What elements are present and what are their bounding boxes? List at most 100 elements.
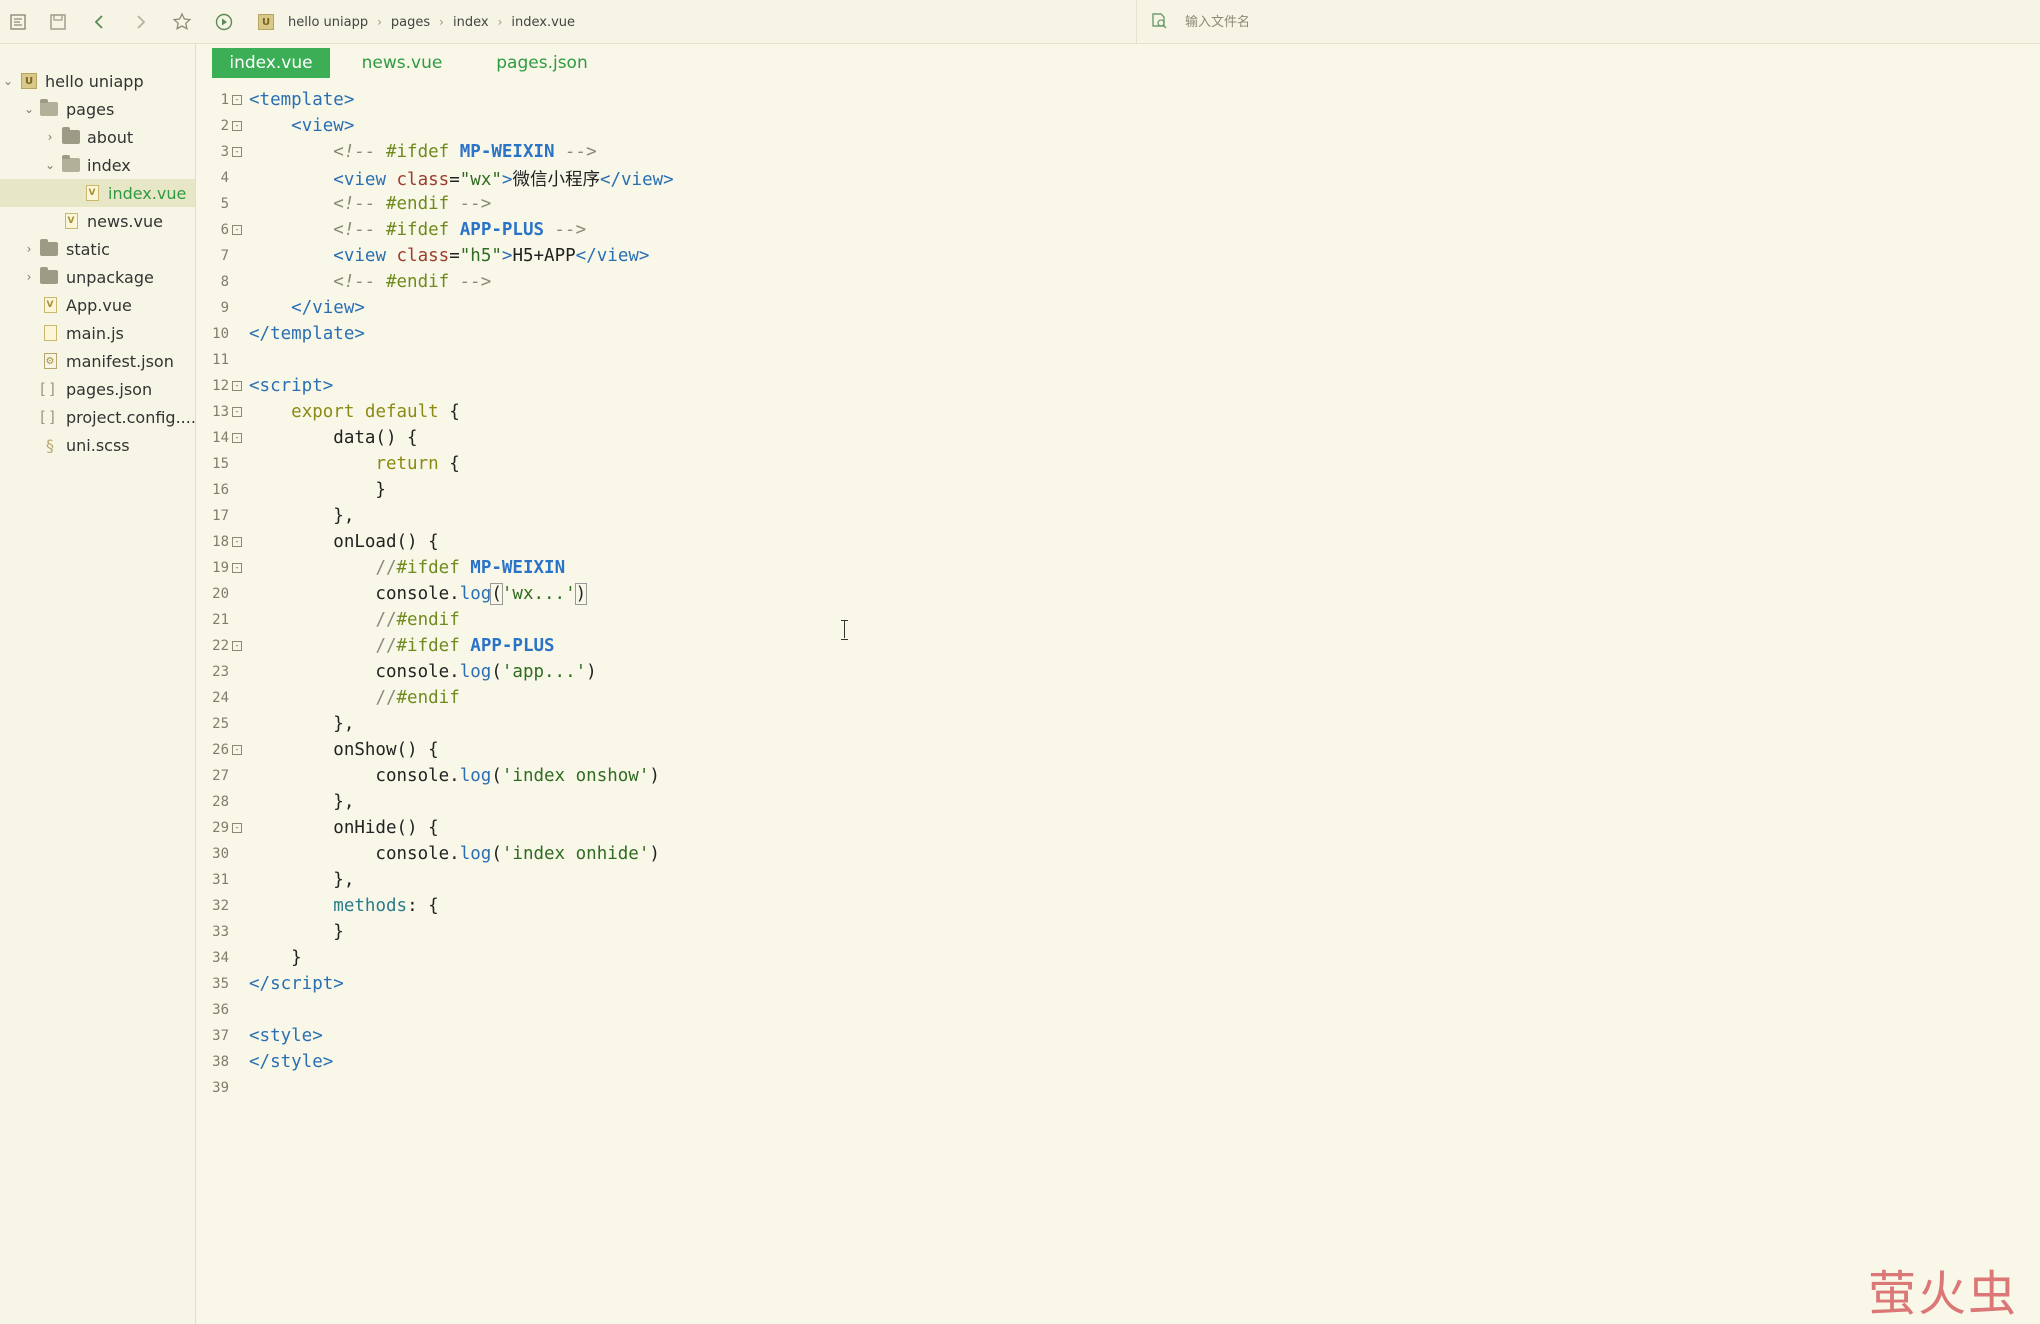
tree-item-label: main.js: [66, 323, 124, 343]
json-file-icon: []: [40, 380, 58, 398]
file-search-input[interactable]: [1185, 10, 1785, 34]
line-number: 15: [212, 456, 229, 472]
file-tree-icon[interactable]: [6, 10, 30, 34]
tree-item-main-js[interactable]: main.js: [0, 319, 195, 347]
line-number: 4: [220, 170, 229, 186]
code-line: 28 },: [197, 789, 2040, 815]
fold-toggle-icon[interactable]: -: [232, 823, 242, 833]
fold-toggle-icon[interactable]: -: [232, 433, 242, 443]
save-icon[interactable]: [46, 10, 70, 34]
code-line: 17 },: [197, 503, 2040, 529]
tree-item-pages[interactable]: ⌄ pages: [0, 95, 195, 123]
tree-item-label: news.vue: [87, 211, 163, 231]
code-line: 14- data() {: [197, 425, 2040, 451]
js-file-icon: [43, 325, 57, 341]
fold-toggle-icon[interactable]: -: [232, 407, 242, 417]
code-editor[interactable]: 1- <template> 2- <view> 3- <!-- #ifdef MP…: [197, 84, 2040, 1324]
editor-tabs: index.vue news.vue pages.json: [197, 44, 2040, 84]
fold-toggle-icon[interactable]: -: [232, 147, 242, 157]
line-number: 34: [212, 950, 229, 966]
line-number: 17: [212, 508, 229, 524]
tree-item-static[interactable]: › static: [0, 235, 195, 263]
tree-item-pages-json[interactable]: [] pages.json: [0, 375, 195, 403]
chevron-down-icon[interactable]: ⌄: [1, 74, 15, 88]
chevron-down-icon[interactable]: ⌄: [22, 102, 36, 116]
breadcrumb: U hello uniapp › pages › index › index.v…: [258, 0, 575, 44]
line-number: 39: [212, 1080, 229, 1096]
line-number: 33: [212, 924, 229, 940]
code-line: 38 </style>: [197, 1049, 2040, 1075]
line-number: 5: [220, 196, 229, 212]
code-line: 5 <!-- #endif -->: [197, 191, 2040, 217]
line-number: 24: [212, 690, 229, 706]
breadcrumb-item[interactable]: index: [453, 15, 489, 30]
tree-item-label: static: [66, 239, 110, 259]
code-line: 29- onHide() {: [197, 815, 2040, 841]
code-line: 31 },: [197, 867, 2040, 893]
code-line: 9 </view>: [197, 295, 2040, 321]
tree-item-manifest-json[interactable]: ⚙ manifest.json: [0, 347, 195, 375]
back-icon[interactable]: [88, 10, 112, 34]
line-number: 32: [212, 898, 229, 914]
line-number: 11: [212, 352, 229, 368]
chevron-right-icon[interactable]: ›: [22, 242, 36, 256]
code-line: 34 }: [197, 945, 2040, 971]
tab-index-vue[interactable]: index.vue: [212, 48, 330, 78]
tab-news-vue[interactable]: news.vue: [347, 48, 457, 78]
tree-item-index[interactable]: ⌄ index: [0, 151, 195, 179]
fold-toggle-icon[interactable]: -: [232, 563, 242, 573]
line-number: 3: [220, 144, 229, 160]
fold-toggle-icon[interactable]: -: [232, 745, 242, 755]
line-number: 8: [220, 274, 229, 290]
code-line: 35 </script>: [197, 971, 2040, 997]
chevron-down-icon[interactable]: ⌄: [43, 158, 57, 172]
run-icon[interactable]: [212, 10, 236, 34]
fold-toggle-icon[interactable]: -: [232, 95, 242, 105]
breadcrumb-item[interactable]: pages: [391, 15, 430, 30]
fold-toggle-icon[interactable]: -: [232, 641, 242, 651]
tab-pages-json[interactable]: pages.json: [477, 48, 607, 78]
line-number: 35: [212, 976, 229, 992]
tree-item-index-vue[interactable]: V index.vue: [0, 179, 195, 207]
json-file-icon: []: [40, 408, 58, 426]
tree-item-news-vue[interactable]: V news.vue: [0, 207, 195, 235]
scss-file-icon: §: [46, 435, 54, 455]
line-number: 30: [212, 846, 229, 862]
line-number: 37: [212, 1028, 229, 1044]
fold-toggle-icon[interactable]: -: [232, 225, 242, 235]
line-number: 14: [212, 430, 229, 446]
text-cursor-icon: [841, 620, 849, 640]
star-icon[interactable]: [170, 10, 194, 34]
forward-icon[interactable]: [128, 10, 152, 34]
breadcrumb-item[interactable]: index.vue: [511, 15, 575, 30]
line-number: 22: [212, 638, 229, 654]
chevron-right-icon[interactable]: ›: [22, 270, 36, 284]
fold-toggle-icon[interactable]: -: [232, 537, 242, 547]
tree-item-label: unpackage: [66, 267, 154, 287]
tree-item-project-config[interactable]: [] project.config....: [0, 403, 196, 431]
file-search-icon: [1150, 12, 1170, 32]
watermark: 萤火虫: [1868, 1266, 2019, 1322]
code-line: 36: [197, 997, 2040, 1023]
line-number: 7: [220, 248, 229, 264]
tree-item-uni-scss[interactable]: § uni.scss: [0, 431, 195, 459]
tree-item-about[interactable]: › about: [0, 123, 195, 151]
line-number: 6: [220, 222, 229, 238]
tree-item-app-vue[interactable]: V App.vue: [0, 291, 195, 319]
breadcrumb-item[interactable]: hello uniapp: [288, 15, 368, 30]
fold-toggle-icon[interactable]: -: [232, 121, 242, 131]
tree-item-unpackage[interactable]: › unpackage: [0, 263, 195, 291]
code-line: 30 console.log('index onhide'): [197, 841, 2040, 867]
tree-item-project[interactable]: ⌄ U hello uniapp: [0, 67, 195, 95]
line-number: 27: [212, 768, 229, 784]
code-line: 18- onLoad() {: [197, 529, 2040, 555]
line-number: 23: [212, 664, 229, 680]
line-number: 10: [212, 326, 229, 342]
project-explorer: ⌄ U hello uniapp ⌄ pages › about ⌄ index…: [0, 44, 196, 1324]
fold-toggle-icon[interactable]: -: [232, 381, 242, 391]
code-line: 24 //#endif: [197, 685, 2040, 711]
chevron-right-icon[interactable]: ›: [43, 130, 57, 144]
tree-item-label: pages.json: [66, 379, 153, 399]
folder-open-icon: [62, 155, 80, 172]
vue-file-icon: V: [43, 297, 57, 313]
